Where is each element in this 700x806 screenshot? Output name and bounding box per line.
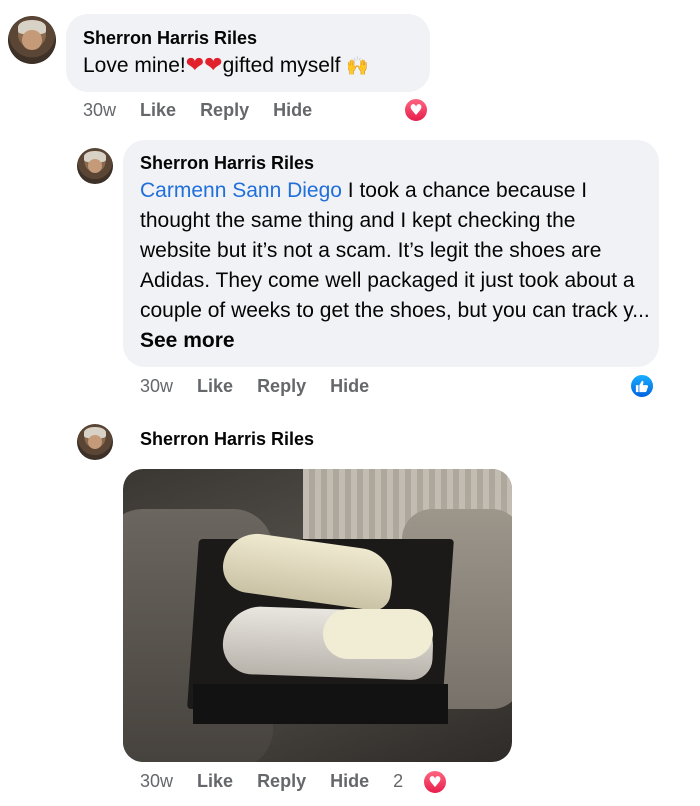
reply-button[interactable]: Reply bbox=[200, 100, 249, 121]
comment-timestamp[interactable]: 30w bbox=[83, 100, 116, 121]
see-more-link[interactable]: See more bbox=[140, 329, 235, 352]
hide-button[interactable]: Hide bbox=[273, 100, 312, 121]
reply-button[interactable]: Reply bbox=[257, 771, 306, 792]
like-button[interactable]: Like bbox=[197, 771, 233, 792]
heart-icon: ♥ bbox=[428, 772, 442, 791]
comment-timestamp[interactable]: 30w bbox=[140, 376, 173, 397]
comment-text-start: Love mine! bbox=[83, 54, 186, 77]
heart-emoji-icon: ❤ bbox=[185, 53, 205, 78]
raised-hands-emoji-icon: 🙌 bbox=[346, 56, 369, 77]
comment-text: Love mine!❤❤gifted myself 🙌 bbox=[83, 51, 369, 82]
comment-timestamp[interactable]: 30w bbox=[140, 771, 173, 792]
like-button[interactable]: Like bbox=[140, 100, 176, 121]
thumbs-up-icon bbox=[635, 380, 649, 393]
hide-button[interactable]: Hide bbox=[330, 376, 369, 397]
hide-button[interactable]: Hide bbox=[330, 771, 369, 792]
reply-button[interactable]: Reply bbox=[257, 376, 306, 397]
comment-author[interactable]: Sherron Harris Riles bbox=[140, 152, 314, 174]
reaction-count[interactable]: 2 bbox=[393, 771, 403, 792]
comment-actions: 30w Like Reply Hide bbox=[83, 100, 336, 121]
like-reaction-icon[interactable] bbox=[629, 373, 655, 399]
comment-actions: 30w Like Reply Hide 2 bbox=[140, 771, 407, 792]
comment-text: Carmenn Sann Diego I took a chance becau… bbox=[140, 176, 650, 356]
commenter-avatar[interactable] bbox=[77, 424, 113, 460]
comment-text-end: gifted myself bbox=[222, 54, 341, 77]
comment-author[interactable]: Sherron Harris Riles bbox=[140, 428, 314, 450]
comment-bubble: Sherron Harris Riles Carmenn Sann Diego … bbox=[123, 140, 659, 367]
comment-author[interactable]: Sherron Harris Riles bbox=[83, 27, 257, 49]
heart-icon: ♥ bbox=[409, 100, 423, 119]
commenter-avatar[interactable] bbox=[77, 148, 113, 184]
mention-link[interactable]: Carmenn Sann Diego bbox=[140, 179, 342, 202]
comment-thread: Sherron Harris Riles Love mine!❤❤gifted … bbox=[0, 0, 700, 806]
heart-emoji-icon: ❤ bbox=[204, 53, 223, 78]
like-button[interactable]: Like bbox=[197, 376, 233, 397]
commenter-avatar[interactable] bbox=[8, 16, 56, 64]
comment-actions: 30w Like Reply Hide bbox=[140, 376, 393, 397]
love-reaction-icon[interactable]: ♥ bbox=[422, 769, 448, 795]
love-reaction-icon[interactable]: ♥ bbox=[403, 97, 429, 123]
comment-bubble: Sherron Harris Riles Love mine!❤❤gifted … bbox=[66, 14, 430, 92]
comment-photo[interactable] bbox=[123, 469, 512, 762]
